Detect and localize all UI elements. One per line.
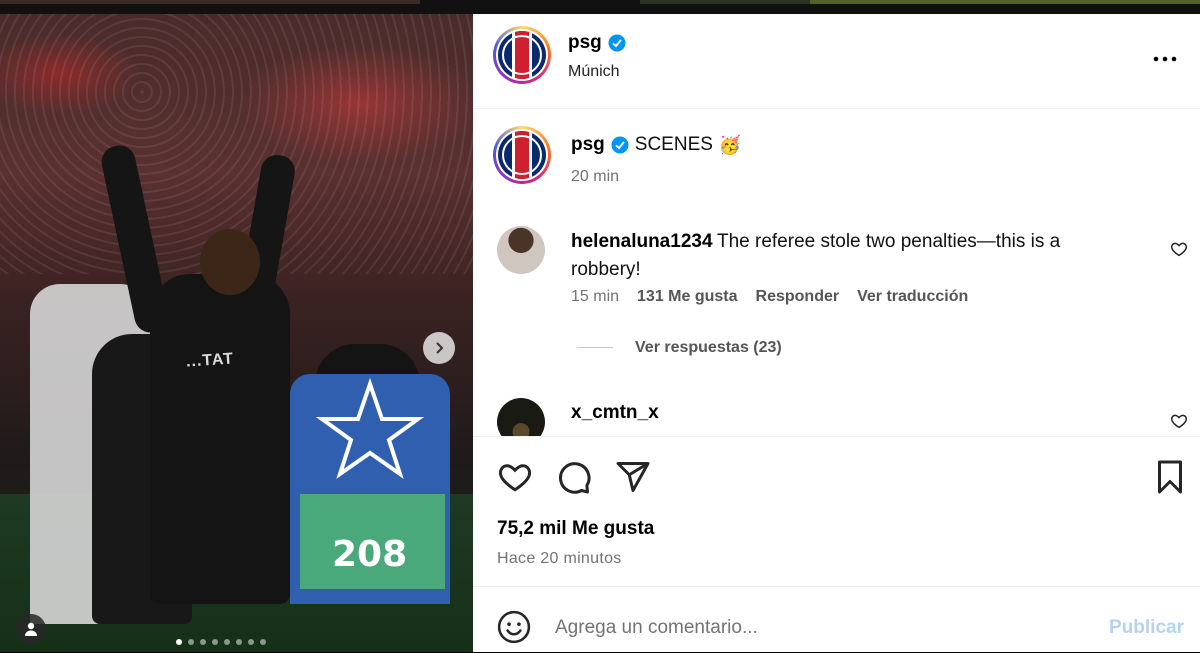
- header-username-row: psg: [568, 32, 626, 54]
- comment-avatar[interactable]: [497, 398, 545, 436]
- instagram-post-view: ...TAT 208 psg Múnich psg SCENES 🥳 20 mi…: [0, 0, 1200, 652]
- user-icon: [25, 622, 37, 636]
- photo-player-main: [150, 274, 290, 604]
- replies-divider: [577, 347, 613, 349]
- share-send-icon[interactable]: [615, 459, 651, 495]
- reply-button[interactable]: Responder: [756, 288, 840, 306]
- publish-button[interactable]: Publicar: [1109, 617, 1184, 639]
- caption-line: psg SCENES 🥳: [571, 134, 741, 156]
- top-strip-segment: [0, 0, 420, 4]
- comment-bubble-icon[interactable]: [556, 459, 592, 495]
- comment-username[interactable]: helenaluna1234: [571, 231, 713, 252]
- comment-likes[interactable]: 131 Me gusta: [637, 288, 737, 306]
- carousel-dot: [188, 639, 194, 645]
- caption-time: 20 min: [571, 168, 620, 185]
- comment-body: helenaluna1234 The referee stole two pen…: [571, 228, 1131, 284]
- star-pattern-icon: [315, 377, 425, 480]
- comment-item: helenaluna1234 The referee stole two pen…: [473, 226, 1200, 376]
- header-avatar[interactable]: [493, 26, 551, 84]
- view-replies-button[interactable]: Ver respuestas (23): [577, 339, 782, 357]
- post-side-panel: psg Múnich psg SCENES 🥳 20 min helenalun…: [473, 14, 1200, 652]
- tagged-users-button[interactable]: [16, 614, 46, 644]
- comment-item: x_cmtn_x: [473, 398, 1200, 436]
- view-replies-label: Ver respuestas (23): [635, 339, 782, 356]
- header-username[interactable]: psg: [568, 32, 602, 54]
- photo-jersey-text: ...TAT: [185, 350, 235, 371]
- caption-username[interactable]: psg: [571, 134, 605, 156]
- emoji-icon[interactable]: [497, 610, 531, 644]
- top-strip-segment: [810, 0, 1200, 4]
- carousel-dot: [212, 639, 218, 645]
- next-photo-button[interactable]: [423, 332, 455, 364]
- like-heart-icon[interactable]: [497, 459, 533, 495]
- party-face-emoji: 🥳: [718, 134, 742, 155]
- carousel-dot: [176, 639, 182, 645]
- carousel-indicator: [176, 639, 266, 645]
- carousel-dot: [200, 639, 206, 645]
- psg-logo-icon: [498, 131, 546, 179]
- top-strip: [0, 0, 1200, 14]
- post-actions: 75,2 mil Me gusta Hace 20 minutos: [473, 436, 1200, 587]
- comment-time: 15 min: [571, 288, 620, 305]
- comment-input[interactable]: Agrega un comentario...: [555, 617, 758, 639]
- photo-player-head: [200, 229, 260, 295]
- like-comment-heart-icon[interactable]: [1170, 412, 1188, 430]
- comment-body: x_cmtn_x: [571, 402, 659, 424]
- post-photo[interactable]: ...TAT 208: [0, 14, 473, 652]
- chevron-right-icon: [436, 342, 444, 354]
- comments-list[interactable]: psg SCENES 🥳 20 min helenaluna1234 The r…: [473, 108, 1200, 436]
- carousel-dot: [260, 639, 266, 645]
- verified-badge-icon: [608, 34, 626, 52]
- carousel-dot: [236, 639, 242, 645]
- photo-bib-number: 208: [332, 534, 408, 575]
- more-horizontal-icon: [1153, 56, 1177, 62]
- add-comment-bar: Agrega un comentario... Publicar: [473, 586, 1200, 653]
- caption-text: SCENES: [634, 134, 713, 155]
- comment-username[interactable]: x_cmtn_x: [571, 402, 659, 423]
- verified-badge-icon: [611, 136, 629, 154]
- header-location[interactable]: Múnich: [568, 63, 620, 81]
- like-comment-heart-icon[interactable]: [1170, 240, 1188, 258]
- caption-avatar[interactable]: [493, 126, 551, 184]
- carousel-dot: [248, 639, 254, 645]
- comment-avatar[interactable]: [497, 226, 545, 274]
- psg-logo-icon: [498, 31, 546, 79]
- translate-button[interactable]: Ver traducción: [857, 288, 968, 306]
- comment-meta: 15 min 131 Me gusta Responder Ver traduc…: [571, 288, 968, 306]
- more-options-button[interactable]: [1153, 42, 1177, 68]
- carousel-dot: [224, 639, 230, 645]
- top-strip-segment: [640, 0, 810, 4]
- likes-count[interactable]: 75,2 mil Me gusta: [497, 518, 654, 540]
- save-bookmark-icon[interactable]: [1152, 459, 1188, 495]
- post-timestamp: Hace 20 minutos: [497, 550, 622, 567]
- post-header: psg Múnich: [473, 14, 1200, 109]
- caption: psg SCENES 🥳 20 min: [473, 126, 1200, 206]
